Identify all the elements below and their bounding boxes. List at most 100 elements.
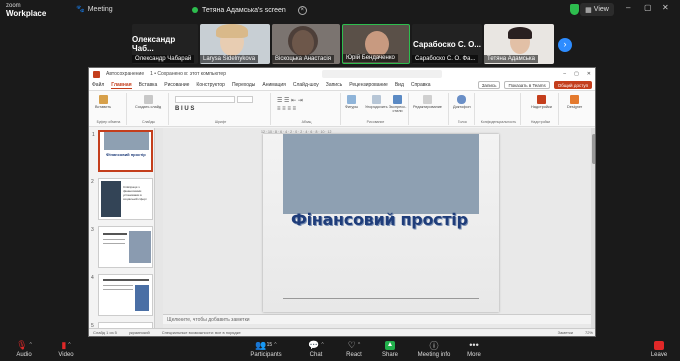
new-slide-button[interactable]: Создать слайд: [135, 95, 161, 109]
designer-button[interactable]: Designer: [567, 95, 582, 109]
new-slide-icon: [143, 95, 153, 104]
meeting-tab[interactable]: 🐾 Meeting: [76, 5, 113, 14]
tab-transitions[interactable]: Переходы: [232, 82, 255, 88]
tab-slideshow[interactable]: Слайд-шоу: [293, 82, 319, 88]
vertical-scrollbar[interactable]: [591, 128, 595, 330]
ribbon-tabs: Файл Главная Вставка Рисование Конструкт…: [89, 80, 595, 91]
chevron-up-icon[interactable]: ^: [68, 342, 70, 348]
participant-tile[interactable]: Віскоцька Анастасія: [272, 24, 340, 64]
chevron-up-icon[interactable]: ^: [358, 342, 360, 348]
brand-line2: Workplace: [6, 9, 47, 18]
group-label: Конфиденциальность: [480, 120, 517, 124]
font-size-select[interactable]: [237, 96, 253, 103]
tab-view[interactable]: Вид: [395, 82, 404, 88]
thumb-line: [103, 243, 125, 244]
tab-draw[interactable]: Рисование: [164, 82, 189, 88]
minimize-icon[interactable]: –: [563, 71, 566, 77]
close-icon[interactable]: ×: [297, 5, 307, 15]
tab-home[interactable]: Главная: [111, 82, 132, 89]
tab-design[interactable]: Конструктор: [196, 82, 225, 88]
participant-tile[interactable]: Larysa Sidelnykova: [200, 24, 270, 64]
ppt-statusbar: Слайд 1 из 5 украинский Специальные возм…: [89, 328, 595, 336]
close-window-icon[interactable]: ✕: [662, 3, 669, 12]
participant-tile[interactable]: Тетяна Адамська: [484, 24, 554, 64]
react-label: React: [346, 352, 362, 358]
chevron-up-icon[interactable]: ^: [30, 342, 32, 348]
thumb-title: Фінансовий простір: [106, 152, 146, 157]
close-icon[interactable]: ✕: [587, 71, 591, 77]
powerpoint-icon: [93, 70, 100, 78]
thumb-image: [135, 285, 149, 311]
share-button[interactable]: Share: [378, 339, 402, 361]
shield-icon[interactable]: [570, 4, 579, 15]
sharing-dot-icon: [192, 7, 198, 13]
paste-button[interactable]: Вставить: [95, 95, 111, 109]
chat-button[interactable]: 💬 ^ Chat: [302, 339, 330, 361]
share-indicator-label: Тетяна Адамська's screen: [202, 6, 286, 14]
slide-thumb-2[interactable]: 2 Співпраця з фінансовими установами в с…: [91, 178, 153, 220]
shapes-button[interactable]: Фигуры: [345, 95, 358, 109]
participants-button[interactable]: 👥 15 ^ Participants: [246, 339, 286, 361]
dictate-button[interactable]: Диктофон: [453, 95, 471, 109]
slide-number: 3: [91, 227, 94, 233]
tab-insert[interactable]: Вставка: [139, 82, 158, 88]
notes-pane[interactable]: Щелкните, чтобы добавить заметки: [163, 314, 591, 324]
scrollbar-thumb[interactable]: [592, 134, 595, 164]
view-button[interactable]: ▦ View: [580, 3, 614, 16]
slide-thumb-1[interactable]: 1 Фінансовий простір: [92, 130, 153, 172]
leave-button[interactable]: Leave: [646, 339, 672, 361]
participant-strip: Олександр Чаб... Олександр Чабарай Larys…: [0, 24, 680, 66]
microphone-icon: [457, 95, 467, 104]
file-title: 1 • Сохранено в: этот компьютер: [150, 71, 226, 77]
zoom-level[interactable]: 72%: [585, 330, 593, 335]
search-icon: [422, 95, 432, 104]
participant-tile[interactable]: Сарабоско С. О... Сарабоско С. О. Фа...: [412, 24, 482, 64]
slide-title[interactable]: Фінансовий простір: [291, 210, 468, 229]
arrange-button[interactable]: Упорядочить: [365, 95, 388, 109]
notes-toggle[interactable]: Заметки: [558, 330, 573, 335]
quick-styles-button[interactable]: Экспресс-стили: [387, 95, 408, 113]
font-name-select[interactable]: [175, 96, 235, 103]
paste-label: Вставить: [95, 105, 112, 109]
video-button[interactable]: ▮ ^ Video: [52, 339, 80, 361]
share-indicator[interactable]: Тетяна Адамська's screen ×: [186, 3, 313, 17]
participant-big-name: Олександр Чаб...: [132, 35, 176, 53]
present-teams-button[interactable]: Показать в Teams: [504, 81, 550, 89]
search-box[interactable]: [321, 70, 442, 78]
record-button[interactable]: Запись: [477, 81, 501, 89]
shapes-label: Фигуры: [345, 105, 359, 109]
slide-counter: Слайд 1 из 5: [93, 330, 117, 335]
slide-thumb-3[interactable]: 3: [91, 226, 153, 268]
more-button[interactable]: ••• More: [462, 339, 486, 361]
list-icon[interactable]: ☰ ☰ ⇤ ⇥: [277, 97, 303, 104]
align-icon[interactable]: ≡ ≡ ≡ ≡: [277, 106, 296, 112]
editing-button[interactable]: Редактирование: [413, 95, 442, 109]
maximize-icon[interactable]: ▢: [574, 71, 579, 77]
tab-help[interactable]: Справка: [411, 82, 431, 88]
tab-record[interactable]: Запись: [326, 82, 342, 88]
share-access-button[interactable]: Общий доступ: [553, 81, 592, 89]
react-button[interactable]: ♡ ^ React: [340, 339, 368, 361]
participant-hair: [508, 27, 532, 39]
addins-button[interactable]: Надстройки: [531, 95, 552, 109]
tab-animation[interactable]: Анимация: [262, 82, 285, 88]
dictate-label: Диктофон: [453, 105, 471, 109]
slide-thumb-4[interactable]: 4: [91, 274, 153, 316]
maximize-icon[interactable]: ▢: [644, 3, 652, 12]
participant-name: Larysa Sidelnykova: [200, 55, 259, 63]
participant-tile-active[interactable]: Юрій Бендаченко: [342, 24, 410, 64]
minimize-icon[interactable]: –: [626, 3, 630, 12]
participant-tile[interactable]: Олександр Чаб... Олександр Чабарай: [132, 24, 198, 64]
chevron-up-icon[interactable]: ^: [321, 342, 323, 348]
bold-italic-underline[interactable]: B I U S: [175, 106, 194, 112]
leave-icon: [654, 340, 664, 350]
tab-file[interactable]: Файл: [92, 82, 104, 88]
meeting-info-button[interactable]: ⓘ Meeting info: [414, 339, 454, 361]
chevron-up-icon[interactable]: ^: [274, 342, 276, 348]
view-label: View: [593, 6, 609, 13]
next-page-button[interactable]: ›: [558, 38, 572, 52]
audio-button[interactable]: 🎙 ^ Audio: [10, 339, 38, 361]
current-slide[interactable]: Фінансовий простір: [263, 134, 499, 312]
tab-review[interactable]: Рецензирование: [349, 82, 388, 88]
accessibility-status[interactable]: Специальные возможности: все в порядке: [162, 330, 241, 335]
